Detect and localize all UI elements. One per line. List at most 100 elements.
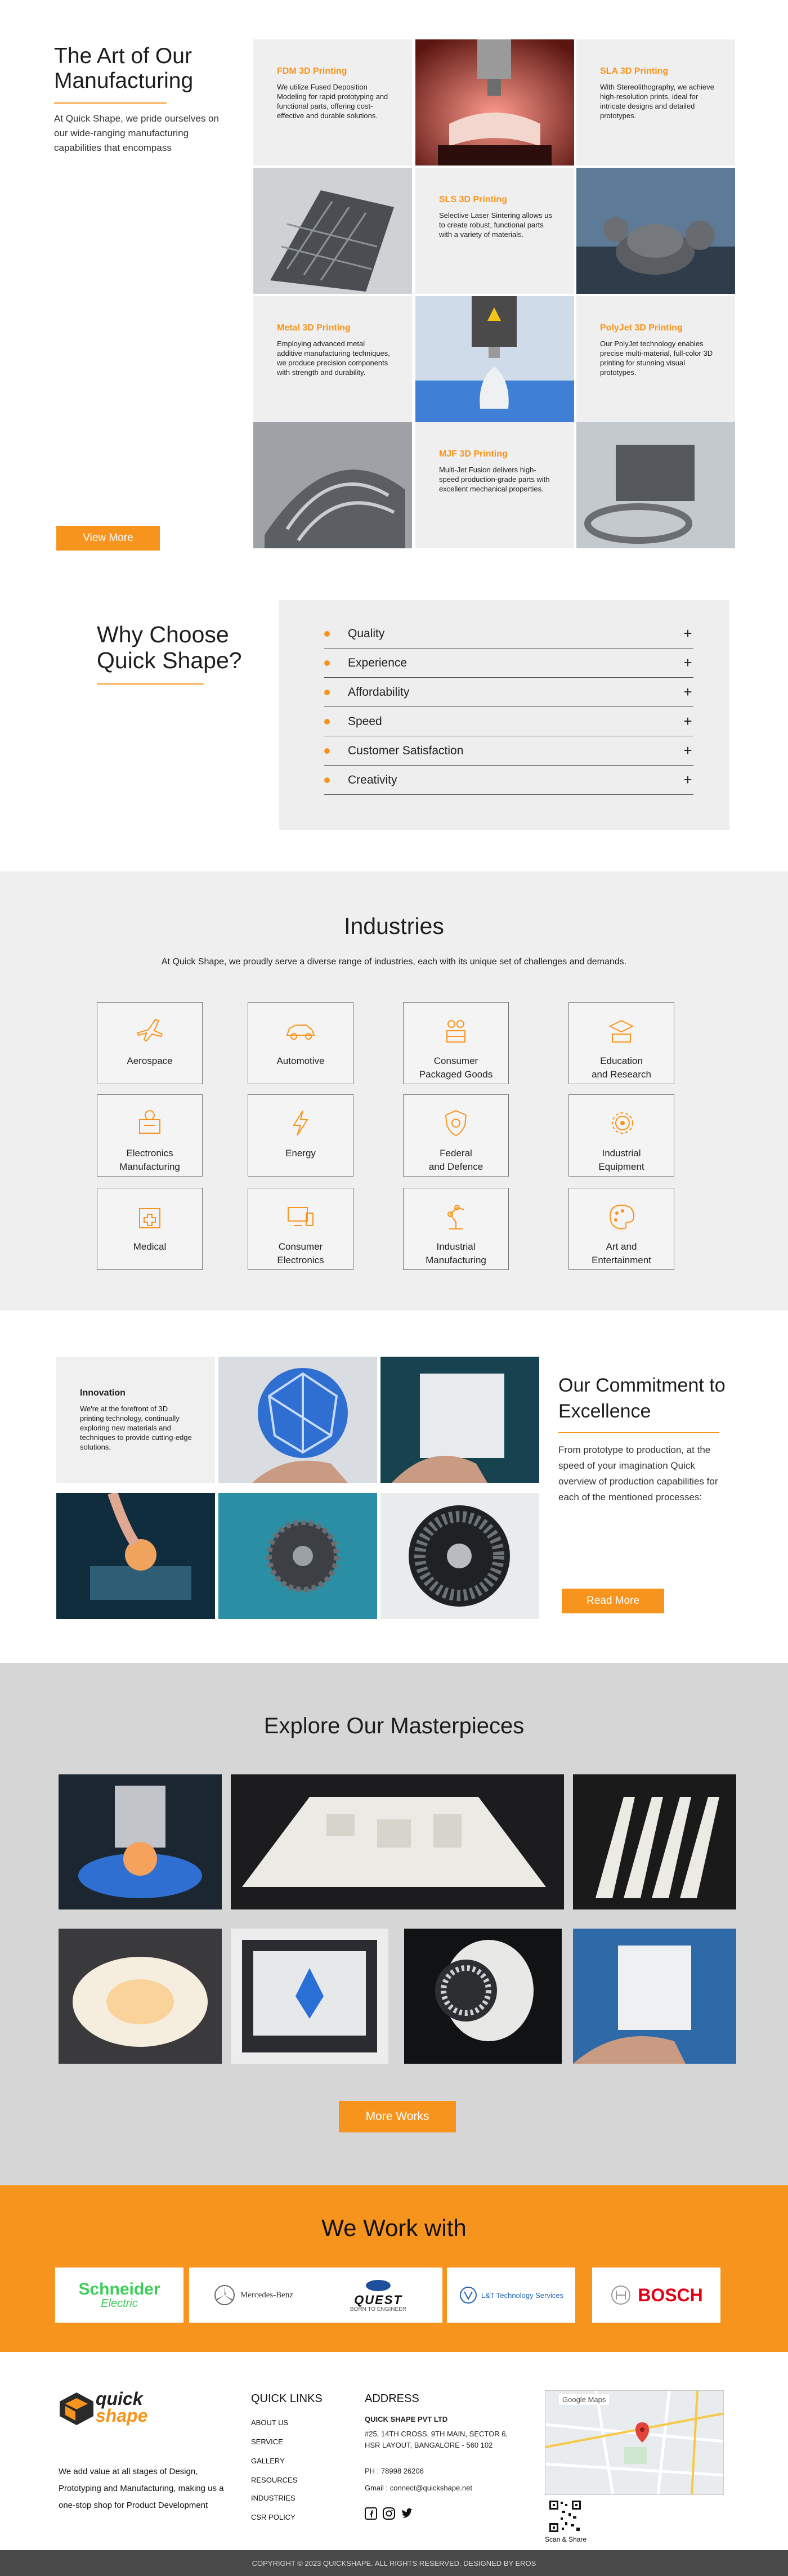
plus-icon[interactable]: + [682,654,693,672]
social-icons [365,2507,414,2520]
blue-lattice-sphere-image [218,1357,377,1483]
footer-link-gallery[interactable]: GALLERY [251,2457,285,2465]
footer-tagline: We add value at all stages of Design, Pr… [59,2467,224,2510]
industry-label: Industrial Manufacturing [426,1241,486,1265]
footer-link-resources[interactable]: RESOURCES [251,2476,297,2484]
commitment-description: From prototype to production, at the spe… [558,1444,718,1502]
plus-icon[interactable]: + [682,771,693,789]
industry-card-consumer-packaged-goods[interactable]: Consumer Packaged Goods [403,1002,509,1084]
gallery-image-printer[interactable] [231,1929,388,2064]
accordion-item-speed[interactable]: Speed + [324,707,693,736]
quest-logo[interactable]: QUEST BORN TO ENGINEER [314,2268,442,2323]
tile-mjf: MJF 3D Printing Multi-Jet Fusion deliver… [415,422,574,548]
industry-card-art-entertainment[interactable]: Art and Entertainment [568,1188,674,1270]
industry-card-consumer-electronics[interactable]: Consumer Electronics [248,1188,353,1270]
industry-label: Electronics Manufacturing [119,1148,180,1172]
tile-text: We utilize Fused Deposition Modeling for… [277,83,388,120]
quickshape-logo[interactable]: quick shape [56,2389,169,2429]
accordion-item-quality[interactable]: Quality + [324,619,693,649]
company-email[interactable]: Gmail : connect@quickshape.net [365,2483,511,2494]
google-map[interactable]: Google Maps [545,2390,724,2495]
tile-metal: Metal 3D Printing Employing advanced met… [253,296,412,422]
footer-link-csr[interactable]: CSR POLICY [251,2513,296,2521]
tile-heading: SLS 3D Printing [439,195,507,204]
industry-card-federal-defence[interactable]: Federal and Defence [403,1094,509,1177]
industry-card-medical[interactable]: Medical [97,1188,203,1270]
facebook-icon[interactable] [365,2507,377,2520]
logo-text: L&T Technology Services [481,2291,564,2300]
footer-link-service[interactable]: SERVICE [251,2438,283,2446]
bullet-icon [324,718,330,724]
gallery-image-hand-print[interactable] [573,1929,736,2064]
industry-label: Art and Entertainment [592,1241,651,1265]
gallery-image-white-part[interactable] [231,1774,564,1909]
why-accordion: Quality + Experience + Affordability + S… [279,600,729,830]
logo-text: BOSCH [638,2284,703,2305]
plus-icon[interactable]: + [682,625,693,642]
accordion-label: Creativity [348,773,397,786]
accordion-item-customer-satisfaction[interactable]: Customer Satisfaction + [324,736,693,766]
palette-icon [609,1204,635,1230]
masterpieces-title: Explore Our Masterpieces [263,1714,525,1738]
industry-card-industrial-equipment[interactable]: Industrial Equipment [568,1094,674,1177]
commitment-title: Our Commitment to Excellence [558,1375,726,1422]
accordion-label: Customer Satisfaction [348,744,464,757]
logo-text-bottom: shape [96,2405,148,2426]
industry-card-education[interactable]: Education and Research [568,1002,674,1084]
accordion-label: Affordability [348,685,410,699]
industry-label: Federal and Defence [428,1148,483,1172]
partners-title: We Work with [321,2215,467,2241]
logo-subtext: Electric [101,2297,138,2310]
gallery-image-jet-engine[interactable] [404,1929,562,2064]
plus-icon[interactable]: + [682,713,693,730]
tile-text: Multi-Jet Fusion delivers high-speed pro… [439,466,550,493]
tile-fdm: FDM 3D Printing We utilize Fused Deposit… [253,39,412,166]
accordion-item-affordability[interactable]: Affordability + [324,678,693,707]
tile-polyjet: PolyJet 3D Printing Our PolyJet technolo… [576,296,735,422]
company-phone: PH : 78998 26206 [365,2467,424,2475]
view-more-button[interactable]: View More [56,526,160,551]
read-more-button[interactable]: Read More [562,1589,664,1613]
gallery-image-lamp[interactable] [59,1929,222,2064]
tile-heading: Metal 3D Printing [277,323,351,333]
schneider-logo[interactable]: Schneider Electric [55,2268,183,2323]
plus-icon[interactable]: + [682,742,693,759]
industry-card-energy[interactable]: Energy [248,1094,353,1177]
footer-link-about[interactable]: ABOUT US [251,2418,288,2427]
lt-technology-logo[interactable]: L&T Technology Services [447,2268,575,2323]
industry-card-industrial-manufacturing[interactable]: Industrial Manufacturing [403,1188,509,1270]
lattice-part-image [253,168,412,294]
logo-text: Schneider [78,2280,160,2298]
more-works-button[interactable]: More Works [339,2101,456,2132]
white-print-image [380,1357,539,1483]
tile-sla: SLA 3D Printing With Stereolithography, … [576,39,735,166]
polyjet-printer-image [415,296,574,422]
gallery-image-fins[interactable] [573,1774,736,1909]
logo-subtext: BORN TO ENGINEER [350,2306,407,2313]
twitter-icon[interactable] [401,2507,414,2520]
footer-link-industries[interactable]: INDUSTRIES [251,2494,296,2502]
manufacturing-description: At Quick Shape, we pride ourselves on ou… [54,113,219,153]
industry-label: Consumer Electronics [277,1241,324,1265]
industry-card-automotive[interactable]: Automotive [248,1002,353,1084]
industry-card-aerospace[interactable]: Aerospace [97,1002,203,1084]
mercedes-logo[interactable]: Mercedes-Benz [189,2268,317,2323]
industry-label: Automotive [276,1056,325,1066]
shield-icon [445,1110,467,1137]
industry-label: Industrial Equipment [598,1148,644,1172]
plus-icon[interactable]: + [682,683,693,701]
instagram-icon[interactable] [383,2507,395,2520]
bosch-logo[interactable]: BOSCH [592,2268,720,2323]
manufacturing-title: The Art of Our Manufacturing [54,44,194,93]
bullet-icon [324,630,330,637]
accordion-item-experience[interactable]: Experience + [324,649,693,678]
gallery-image-blue-print[interactable] [59,1774,222,1909]
accordion-item-creativity[interactable]: Creativity + [324,766,693,795]
industry-card-electronics-manufacturing[interactable]: Electronics Manufacturing [97,1094,203,1177]
fdm-printer-image [415,39,574,166]
industry-label: Consumer Packaged Goods [419,1056,493,1080]
tile-text: Selective Laser Sintering allows us to c… [439,211,552,239]
logo-text: Mercedes-Benz [240,2290,294,2300]
medical-icon [139,1208,160,1228]
tile-heading: MJF 3D Printing [439,449,508,459]
